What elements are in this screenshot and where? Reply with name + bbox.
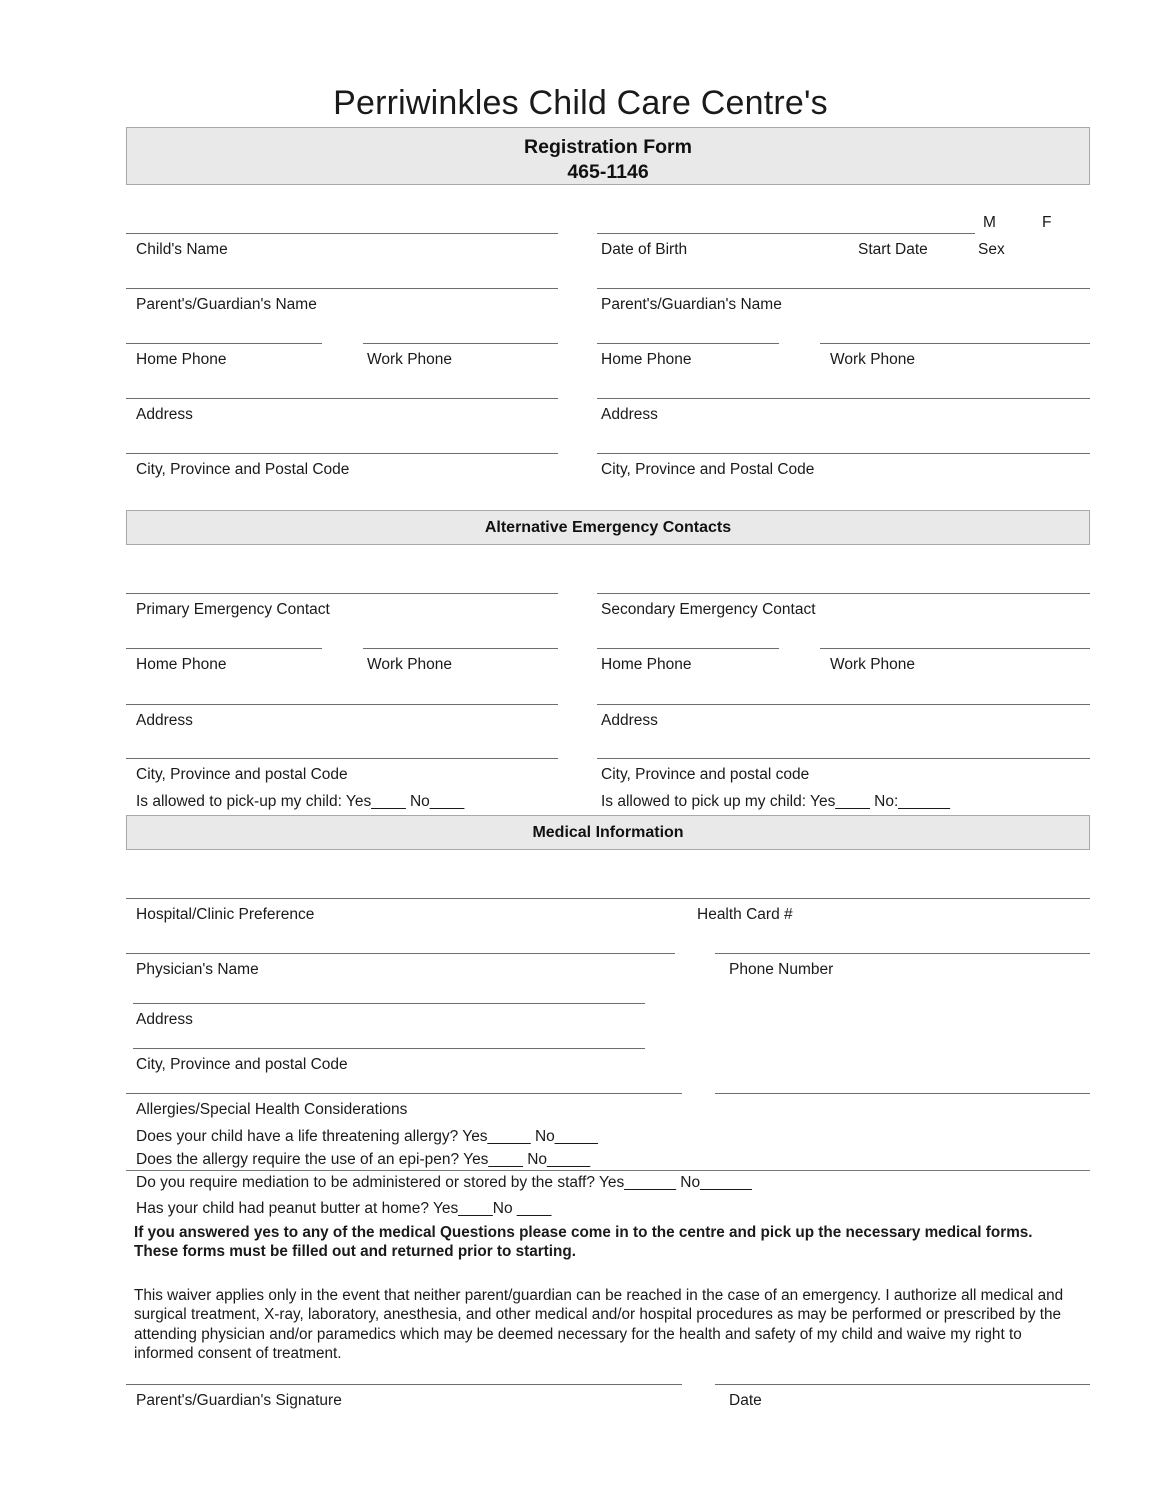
label-primary-address: Address bbox=[136, 712, 193, 729]
sex-option-male[interactable]: M bbox=[983, 214, 996, 232]
label-parent1-home-phone: Home Phone bbox=[136, 351, 227, 368]
allergies-rule-left[interactable] bbox=[126, 1093, 682, 1094]
label-start-date: Start Date bbox=[858, 241, 928, 258]
label-allergies: Allergies/Special Health Considerations bbox=[136, 1101, 408, 1118]
secondary-contact-rule[interactable] bbox=[597, 593, 1090, 594]
registration-form-page: Perriwinkles Child Care Centre's Registr… bbox=[0, 0, 1161, 1502]
signature-rule[interactable] bbox=[126, 1384, 682, 1385]
primary-address-rule[interactable] bbox=[126, 704, 558, 705]
label-parent1-name: Parent's/Guardian's Name bbox=[136, 296, 317, 313]
dob-startdate-rule[interactable] bbox=[597, 233, 975, 234]
label-physician-name: Physician's Name bbox=[136, 961, 259, 978]
label-primary-city: City, Province and postal Code bbox=[136, 766, 348, 783]
parent1-name-rule[interactable] bbox=[126, 288, 558, 289]
label-physician-city: City, Province and postal Code bbox=[136, 1056, 348, 1073]
form-header-banner: Registration Form 465-1146 bbox=[126, 127, 1090, 185]
banner-medical-label: Medical Information bbox=[532, 824, 684, 841]
parent2-home-phone-rule[interactable] bbox=[597, 343, 779, 344]
date-rule[interactable] bbox=[715, 1384, 1090, 1385]
label-secondary-work-phone: Work Phone bbox=[830, 656, 916, 673]
banner-medical-information: Medical Information bbox=[126, 815, 1090, 850]
label-parent1-address: Address bbox=[136, 406, 193, 423]
label-parent2-city: City, Province and Postal Code bbox=[601, 461, 815, 478]
parent2-name-rule[interactable] bbox=[597, 288, 1090, 289]
primary-home-phone-rule[interactable] bbox=[126, 648, 322, 649]
question-life-threatening-allergy[interactable]: Does your child have a life threatening … bbox=[136, 1128, 598, 1146]
primary-pickup-permission[interactable]: Is allowed to pick-up my child: Yes____ … bbox=[136, 793, 464, 811]
sex-option-female[interactable]: F bbox=[1042, 214, 1051, 232]
label-sex: Sex bbox=[978, 241, 1005, 258]
page-title: Perriwinkles Child Care Centre's bbox=[333, 84, 828, 122]
label-parent2-work-phone: Work Phone bbox=[830, 351, 916, 368]
secondary-pickup-permission[interactable]: Is allowed to pick up my child: Yes____ … bbox=[601, 793, 950, 811]
primary-city-rule[interactable] bbox=[126, 758, 558, 759]
secondary-work-phone-rule[interactable] bbox=[820, 648, 1090, 649]
label-signature: Parent's/Guardian's Signature bbox=[136, 1392, 342, 1409]
question-epipen[interactable]: Does the allergy require the use of an e… bbox=[136, 1151, 590, 1169]
banner-alt-label: Alternative Emergency Contacts bbox=[484, 519, 732, 536]
label-hospital-preference: Hospital/Clinic Preference bbox=[136, 906, 315, 923]
label-child-name: Child's Name bbox=[136, 241, 228, 258]
allergies-rule-right[interactable] bbox=[715, 1093, 1090, 1094]
medical-forms-notice: If you answered yes to any of the medica… bbox=[134, 1224, 1033, 1261]
primary-contact-rule[interactable] bbox=[126, 593, 558, 594]
waiver-text: This waiver applies only in the event th… bbox=[134, 1287, 1064, 1363]
label-physician-address: Address bbox=[136, 1011, 193, 1028]
form-phone: 465-1146 bbox=[567, 161, 649, 183]
label-parent1-work-phone: Work Phone bbox=[367, 351, 453, 368]
label-secondary-home-phone: Home Phone bbox=[601, 656, 692, 673]
label-primary-contact: Primary Emergency Contact bbox=[136, 601, 330, 618]
child-name-rule[interactable] bbox=[126, 233, 558, 234]
parent2-address-rule[interactable] bbox=[597, 398, 1090, 399]
parent1-city-rule[interactable] bbox=[126, 453, 558, 454]
question-peanut-butter[interactable]: Has your child had peanut butter at home… bbox=[136, 1200, 551, 1218]
label-secondary-city: City, Province and postal code bbox=[601, 766, 810, 783]
label-phone-number: Phone Number bbox=[729, 961, 834, 978]
label-primary-work-phone: Work Phone bbox=[367, 656, 453, 673]
physician-name-rule[interactable] bbox=[126, 953, 675, 954]
label-secondary-contact: Secondary Emergency Contact bbox=[601, 601, 816, 618]
banner-alternative-emergency-contacts: Alternative Emergency Contacts bbox=[126, 510, 1090, 545]
label-date-of-birth: Date of Birth bbox=[601, 241, 688, 258]
parent2-city-rule[interactable] bbox=[597, 453, 1090, 454]
label-date: Date bbox=[729, 1392, 762, 1409]
label-parent2-home-phone: Home Phone bbox=[601, 351, 692, 368]
form-name: Registration Form bbox=[524, 136, 692, 158]
parent1-address-rule[interactable] bbox=[126, 398, 558, 399]
label-parent2-name: Parent's/Guardian's Name bbox=[601, 296, 782, 313]
label-health-card: Health Card # bbox=[697, 906, 793, 923]
secondary-home-phone-rule[interactable] bbox=[597, 648, 779, 649]
primary-work-phone-rule[interactable] bbox=[363, 648, 558, 649]
medication-question-rule bbox=[126, 1170, 1090, 1171]
physician-address-rule[interactable] bbox=[133, 1003, 645, 1004]
phone-number-rule[interactable] bbox=[715, 953, 1090, 954]
label-secondary-address: Address bbox=[601, 712, 658, 729]
label-primary-home-phone: Home Phone bbox=[136, 656, 227, 673]
parent1-work-phone-rule[interactable] bbox=[363, 343, 558, 344]
secondary-city-rule[interactable] bbox=[597, 758, 1090, 759]
label-parent1-city: City, Province and Postal Code bbox=[136, 461, 350, 478]
secondary-address-rule[interactable] bbox=[597, 704, 1090, 705]
hospital-healthcard-rule[interactable] bbox=[126, 898, 1090, 899]
label-parent2-address: Address bbox=[601, 406, 658, 423]
parent1-home-phone-rule[interactable] bbox=[126, 343, 322, 344]
parent2-work-phone-rule[interactable] bbox=[820, 343, 1090, 344]
question-medication-administered[interactable]: Do you require mediation to be administe… bbox=[136, 1174, 752, 1192]
physician-city-rule[interactable] bbox=[133, 1048, 645, 1049]
